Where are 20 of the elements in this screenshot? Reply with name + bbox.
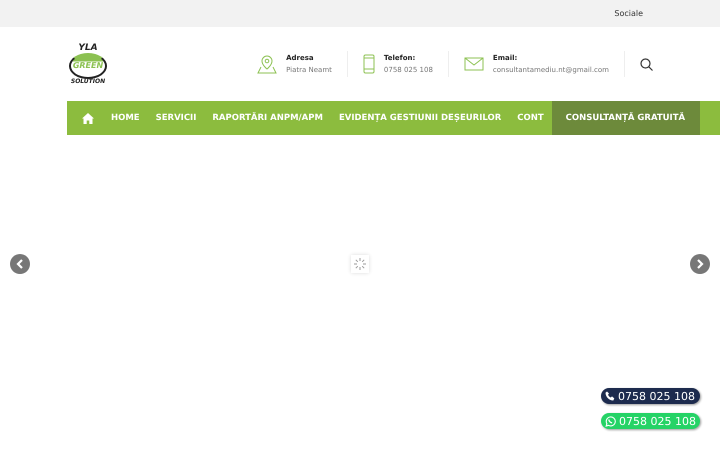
mobile-phone-icon xyxy=(362,54,375,74)
phone-icon xyxy=(605,391,616,401)
search-icon[interactable] xyxy=(640,58,653,70)
next-slide-button[interactable] xyxy=(690,254,710,274)
nav-link[interactable]: SERVICII xyxy=(148,113,204,123)
consultation-button[interactable]: CONSULTANȚĂ GRATUITĂ xyxy=(552,101,700,135)
chevron-left-icon xyxy=(16,259,24,269)
whatsapp-button[interactable]: 0758 025 108 xyxy=(601,413,700,429)
nav-link[interactable]: RAPORTĂRI ANPM/APM xyxy=(204,113,331,123)
map-pin-icon xyxy=(257,54,278,74)
previous-slide-button[interactable] xyxy=(10,254,30,274)
chat-bubble-icon xyxy=(605,416,616,426)
envelope-icon xyxy=(464,57,484,71)
nav-link[interactable]: CONT xyxy=(509,113,552,123)
nav-link[interactable]: EVIDENȚA GESTIUNII DEȘEURILOR xyxy=(330,113,510,123)
call-button[interactable]: 0758 025 108 xyxy=(601,388,700,404)
social-link[interactable]: Sociale xyxy=(614,9,643,18)
nav-link[interactable]: HOME xyxy=(103,113,148,123)
loading-spinner-icon xyxy=(351,255,369,273)
chevron-right-icon xyxy=(696,259,704,269)
